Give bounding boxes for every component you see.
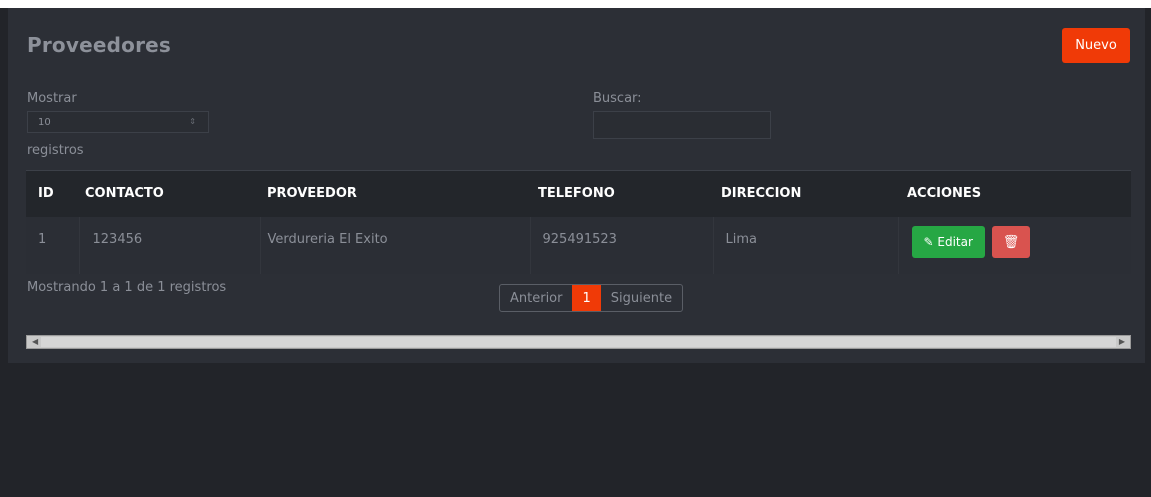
edit-icon: ✎ — [923, 234, 934, 249]
cell-direccion: Lima — [712, 216, 898, 274]
table-info: Mostrando 1 a 1 de 1 registros — [27, 280, 227, 295]
cell-proveedor: Verdureria El Exito — [259, 216, 530, 274]
scrollbar-thumb[interactable] — [41, 337, 1116, 347]
page-size-value: 10 — [38, 117, 51, 128]
new-supplier-button[interactable]: Nuevo — [1062, 28, 1130, 63]
top-strip — [0, 0, 1151, 8]
cell-telefono: 925491523 — [529, 216, 713, 274]
header-id[interactable]: ID — [26, 170, 79, 217]
records-label: registros — [27, 143, 84, 158]
cell-contacto: 123456 — [78, 216, 260, 274]
trash-icon: 🗑 — [1002, 233, 1020, 249]
edit-button[interactable]: ✎ Editar — [911, 225, 985, 258]
pagination-page-1[interactable]: 1 — [572, 285, 601, 311]
horizontal-scrollbar[interactable]: ◀ ▶ — [26, 335, 1131, 349]
scroll-right-icon[interactable]: ▶ — [1119, 337, 1125, 346]
pagination: Anterior 1 Siguiente — [499, 284, 684, 312]
page-size-select[interactable]: 10 ⇕ — [27, 111, 209, 133]
table-row: 1 123456 Verdureria El Exito 925491523 L… — [26, 216, 1131, 274]
header-acciones: ACCIONES — [898, 170, 1131, 217]
suppliers-table: ID CONTACTO PROVEEDOR TELEFONO DIRECCION… — [26, 170, 1131, 274]
delete-button[interactable]: 🗑 — [992, 225, 1031, 258]
table-header-row: ID CONTACTO PROVEEDOR TELEFONO DIRECCION… — [26, 170, 1131, 217]
scroll-left-icon[interactable]: ◀ — [32, 337, 38, 346]
select-arrows-icon: ⇕ — [189, 117, 196, 126]
cell-id: 1 — [38, 231, 47, 247]
pagination-next[interactable]: Siguiente — [601, 285, 682, 311]
search-label: Buscar: — [593, 91, 642, 106]
page-title: Proveedores — [27, 33, 172, 57]
header-telefono[interactable]: TELEFONO — [530, 170, 713, 217]
pagination-prev[interactable]: Anterior — [500, 285, 572, 311]
header-contacto[interactable]: CONTACTO — [79, 170, 260, 217]
show-label: Mostrar — [27, 91, 77, 106]
cell-acciones: ✎ Editar 🗑 — [897, 216, 1131, 274]
header-direccion[interactable]: DIRECCION — [713, 170, 898, 217]
header-proveedor[interactable]: PROVEEDOR — [260, 170, 530, 217]
suppliers-panel: Proveedores Nuevo Mostrar 10 ⇕ registros… — [8, 8, 1145, 363]
edit-label: Editar — [937, 234, 973, 249]
search-input[interactable] — [593, 111, 771, 139]
